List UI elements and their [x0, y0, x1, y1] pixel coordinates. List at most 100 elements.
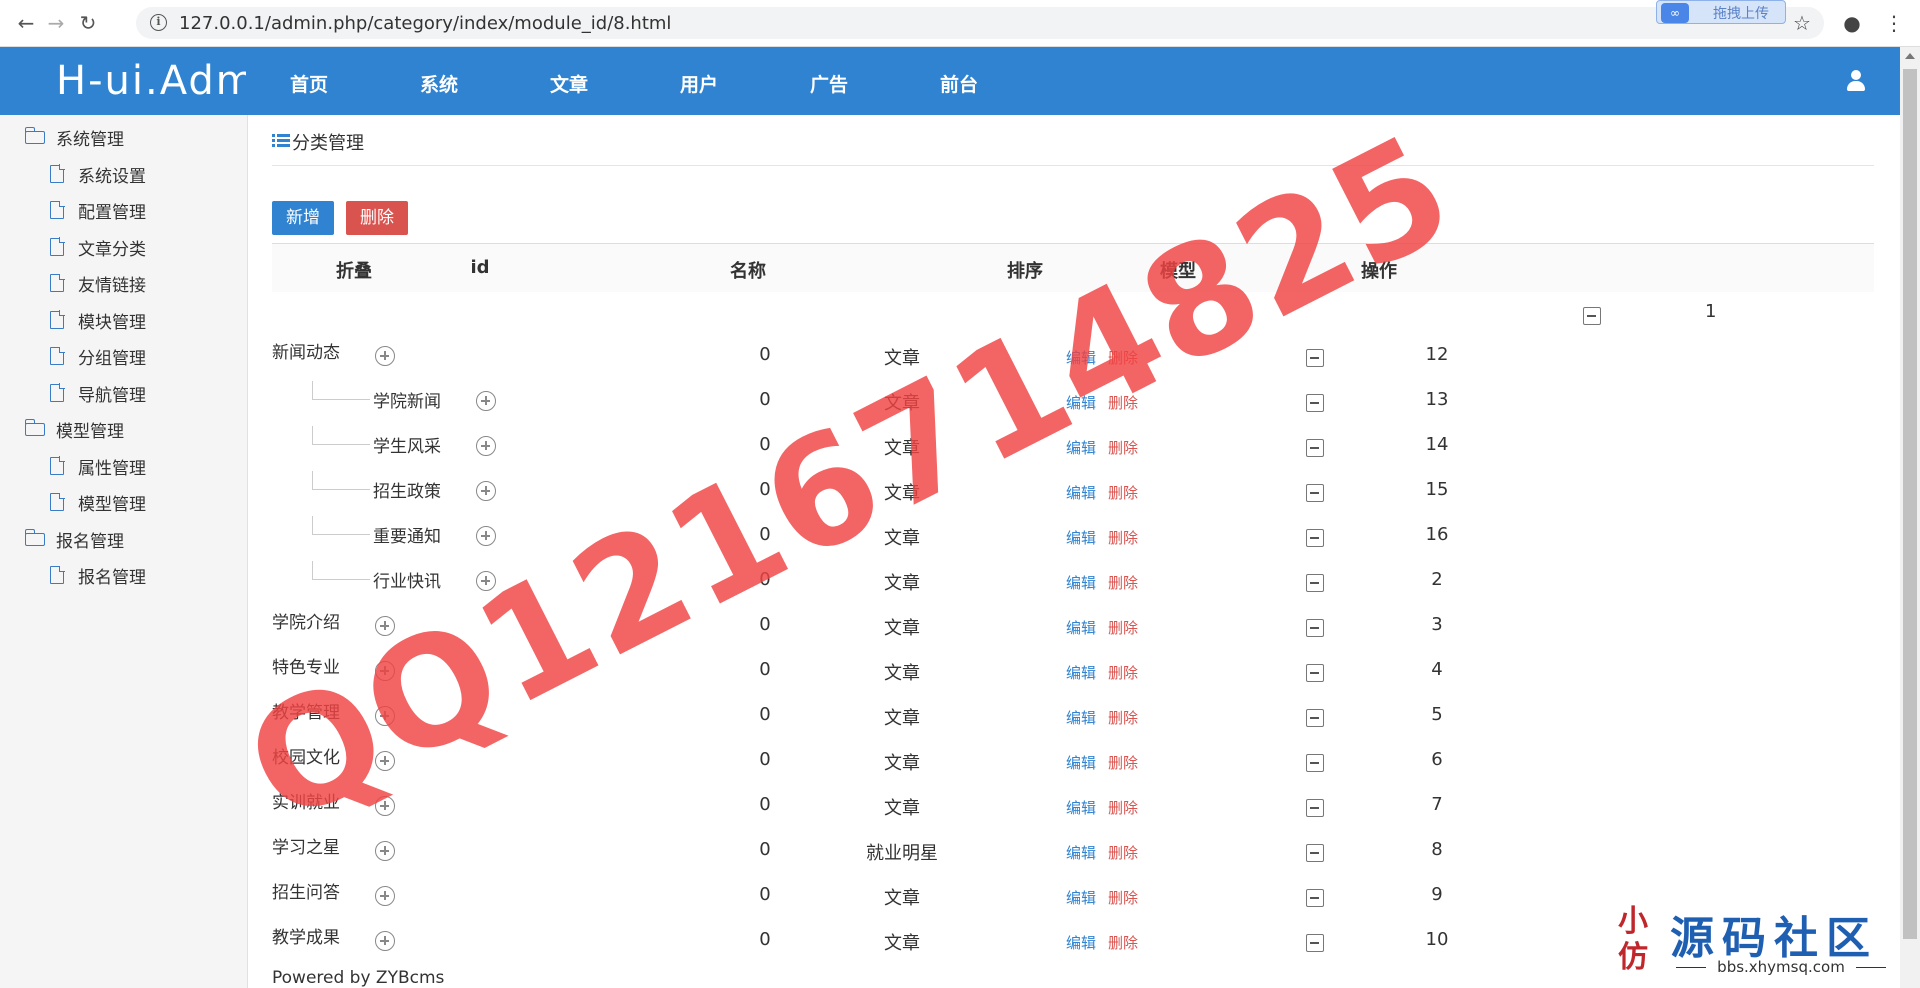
forward-arrow-icon[interactable]: →: [44, 11, 68, 35]
sidebar-item[interactable]: 导航管理: [0, 377, 248, 407]
expand-plus-icon[interactable]: [476, 526, 496, 546]
delete-link[interactable]: 删除: [1108, 932, 1138, 953]
expand-plus-icon[interactable]: [375, 841, 395, 861]
sidebar-item[interactable]: 属性管理: [0, 450, 248, 480]
expand-plus-icon[interactable]: [375, 616, 395, 636]
delete-link[interactable]: 删除: [1108, 842, 1138, 863]
upload-extension[interactable]: ∞ 拖拽上传: [1656, 0, 1786, 24]
delete-link[interactable]: 删除: [1108, 887, 1138, 908]
delete-link[interactable]: 删除: [1108, 617, 1138, 638]
collapse-icon[interactable]: [1306, 934, 1324, 952]
delete-link[interactable]: 删除: [1108, 797, 1138, 818]
user-icon[interactable]: [1844, 69, 1868, 93]
account-icon[interactable]: ●: [1840, 11, 1864, 35]
edit-link[interactable]: 编辑: [1066, 482, 1096, 503]
collapse-icon[interactable]: [1306, 529, 1324, 547]
delete-link[interactable]: 删除: [1108, 707, 1138, 728]
edit-link[interactable]: 编辑: [1066, 932, 1096, 953]
collapse-icon[interactable]: [1306, 664, 1324, 682]
column-header[interactable]: 操作: [1361, 257, 1397, 283]
edit-link[interactable]: 编辑: [1066, 347, 1096, 368]
collapse-icon[interactable]: [1583, 307, 1601, 325]
collapse-icon[interactable]: [1306, 574, 1324, 592]
sidebar-group[interactable]: 模型管理: [0, 413, 248, 443]
top-menu-item[interactable]: 文章: [504, 70, 634, 97]
expand-plus-icon[interactable]: [476, 436, 496, 456]
sidebar-item[interactable]: 模型管理: [0, 486, 248, 516]
collapse-icon[interactable]: [1306, 709, 1324, 727]
collapse-icon[interactable]: [1306, 754, 1324, 772]
sidebar-item[interactable]: 友情链接: [0, 267, 248, 297]
edit-link[interactable]: 编辑: [1066, 842, 1096, 863]
expand-plus-icon[interactable]: [476, 391, 496, 411]
edit-link[interactable]: 编辑: [1066, 617, 1096, 638]
address-bar[interactable]: i 127.0.0.1/admin.php/category/index/mod…: [136, 7, 1824, 39]
edit-link[interactable]: 编辑: [1066, 572, 1096, 593]
edit-link[interactable]: 编辑: [1066, 392, 1096, 413]
column-header[interactable]: 折叠: [336, 257, 372, 283]
add-button[interactable]: 新增: [272, 201, 334, 235]
sidebar-item[interactable]: 分组管理: [0, 340, 248, 370]
collapse-icon[interactable]: [1306, 889, 1324, 907]
scrollbar-thumb[interactable]: [1903, 69, 1917, 939]
collapse-icon[interactable]: [1306, 484, 1324, 502]
sidebar-item[interactable]: 配置管理: [0, 194, 248, 224]
delete-link[interactable]: 删除: [1108, 752, 1138, 773]
star-icon[interactable]: ☆: [1790, 11, 1814, 35]
app-logo[interactable]: H-ui.Admin: [56, 59, 246, 103]
top-menu-item[interactable]: 用户: [634, 70, 764, 97]
delete-link[interactable]: 删除: [1108, 572, 1138, 593]
reload-icon[interactable]: ↻: [76, 11, 100, 35]
edit-link[interactable]: 编辑: [1066, 797, 1096, 818]
edit-link[interactable]: 编辑: [1066, 662, 1096, 683]
delete-link[interactable]: 删除: [1108, 662, 1138, 683]
model-value: 文章: [884, 618, 920, 639]
edit-link[interactable]: 编辑: [1066, 707, 1096, 728]
collapse-icon[interactable]: [1306, 349, 1324, 367]
collapse-icon[interactable]: [1306, 799, 1324, 817]
top-menu-item[interactable]: 首页: [244, 70, 374, 97]
column-header[interactable]: 模型: [1160, 257, 1196, 283]
delete-link[interactable]: 删除: [1108, 527, 1138, 548]
sidebar-group[interactable]: 报名管理: [0, 523, 248, 553]
collapse-icon[interactable]: [1306, 619, 1324, 637]
delete-link[interactable]: 删除: [1108, 482, 1138, 503]
column-header[interactable]: 排序: [1007, 257, 1043, 283]
expand-plus-icon[interactable]: [476, 571, 496, 591]
expand-plus-icon[interactable]: [375, 751, 395, 771]
collapse-icon[interactable]: [1306, 394, 1324, 412]
back-arrow-icon[interactable]: ←: [14, 11, 38, 35]
collapse-icon[interactable]: [1306, 439, 1324, 457]
delete-button[interactable]: 删除: [346, 201, 408, 235]
column-header[interactable]: id: [470, 257, 489, 278]
edit-link[interactable]: 编辑: [1066, 527, 1096, 548]
top-menu-item[interactable]: 系统: [374, 70, 504, 97]
column-header[interactable]: 名称: [730, 257, 766, 283]
delete-link[interactable]: 删除: [1108, 437, 1138, 458]
sidebar-item[interactable]: 系统设置: [0, 158, 248, 188]
sidebar-item[interactable]: 文章分类: [0, 231, 248, 261]
collapse-icon[interactable]: [1306, 844, 1324, 862]
expand-plus-icon[interactable]: [375, 796, 395, 816]
edit-link[interactable]: 编辑: [1066, 752, 1096, 773]
expand-plus-icon[interactable]: [375, 886, 395, 906]
expand-plus-icon[interactable]: [375, 706, 395, 726]
info-icon[interactable]: i: [150, 14, 167, 31]
url-text[interactable]: 127.0.0.1/admin.php/category/index/modul…: [179, 13, 671, 34]
sidebar-group[interactable]: 系统管理: [0, 121, 248, 151]
sidebar-item[interactable]: 报名管理: [0, 559, 248, 589]
expand-plus-icon[interactable]: [476, 481, 496, 501]
edit-link[interactable]: 编辑: [1066, 437, 1096, 458]
scroll-up-arrow-icon[interactable]: [1905, 53, 1915, 59]
delete-link[interactable]: 删除: [1108, 347, 1138, 368]
top-menu-item[interactable]: 前台: [894, 70, 1024, 97]
top-menu-item[interactable]: 广告: [764, 70, 894, 97]
expand-plus-icon[interactable]: [375, 931, 395, 951]
expand-plus-icon[interactable]: [375, 661, 395, 681]
sidebar-item[interactable]: 模块管理: [0, 304, 248, 334]
expand-plus-icon[interactable]: [375, 346, 395, 366]
delete-link[interactable]: 删除: [1108, 392, 1138, 413]
more-menu-icon[interactable]: ⋮: [1882, 11, 1906, 35]
page-scrollbar[interactable]: [1900, 47, 1920, 988]
edit-link[interactable]: 编辑: [1066, 887, 1096, 908]
